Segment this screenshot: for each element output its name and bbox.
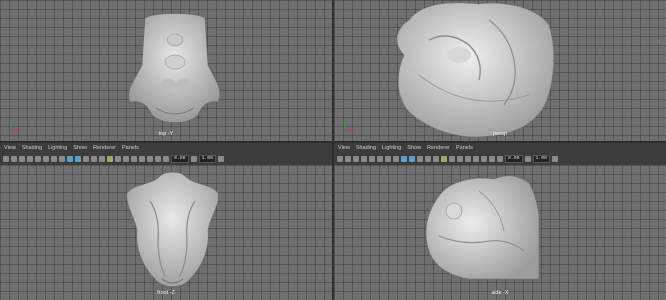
image-plane-icon[interactable] [27, 155, 33, 162]
camera-icon[interactable] [3, 155, 9, 162]
model-persp-view [396, 2, 555, 138]
gamma-icon[interactable] [190, 155, 197, 162]
menu-renderer[interactable]: Renderer [427, 144, 450, 153]
film-gate-icon[interactable] [377, 155, 383, 162]
menu-shading[interactable]: Shading [356, 144, 376, 153]
model-side-view [425, 175, 540, 280]
axis-gizmo-persp [344, 121, 354, 131]
image-plane-icon[interactable] [361, 155, 367, 162]
model-front-view [126, 171, 219, 287]
smooth-shade-icon[interactable] [409, 155, 415, 162]
xray-joints-icon[interactable] [489, 155, 495, 162]
depth-of-field-icon[interactable] [465, 155, 471, 162]
exposure-field[interactable]: 0.00 [505, 154, 523, 163]
anti-alias-icon[interactable] [457, 155, 463, 162]
axis-gizmo-top [10, 121, 20, 131]
viewport-front[interactable]: View Shading Lighting Show Renderer Pane… [0, 143, 332, 300]
ambient-occlusion-icon[interactable] [441, 155, 447, 162]
viewport-top[interactable]: top -Y [0, 0, 332, 141]
grid-icon[interactable] [369, 155, 375, 162]
film-gate-icon[interactable] [43, 155, 49, 162]
xray-icon[interactable] [147, 155, 153, 162]
grid-icon[interactable] [35, 155, 41, 162]
depth-of-field-icon[interactable] [131, 155, 137, 162]
menu-lighting[interactable]: Lighting [382, 144, 401, 153]
menu-panels[interactable]: Panels [456, 144, 473, 153]
menu-show[interactable]: Show [73, 144, 87, 153]
shadows-icon[interactable] [433, 155, 439, 162]
gamma-field[interactable]: 1.00 [198, 154, 217, 163]
viewport-divider-horizontal[interactable] [0, 141, 666, 143]
gate-mask-icon[interactable] [59, 155, 65, 162]
lock-camera-icon[interactable] [345, 155, 351, 162]
menu-renderer[interactable]: Renderer [93, 144, 116, 153]
gamma-icon[interactable] [524, 155, 531, 162]
lights-icon[interactable] [91, 155, 97, 162]
xray-icon[interactable] [481, 155, 487, 162]
menu-show[interactable]: Show [407, 144, 421, 153]
viewport-divider-vertical[interactable] [332, 0, 334, 300]
color-management-icon[interactable] [218, 155, 225, 162]
menu-shading[interactable]: Shading [22, 144, 42, 153]
bookmark-icon[interactable] [19, 155, 25, 162]
panel-toolbar-front: View Shading Lighting Show Renderer Pane… [0, 143, 332, 166]
motion-blur-icon[interactable] [115, 155, 121, 162]
camera-label-persp: persp [493, 131, 507, 137]
camera-label-front: front -Z [157, 290, 175, 296]
viewport-side[interactable]: View Shading Lighting Show Renderer Pane… [334, 143, 666, 300]
menu-view[interactable]: View [338, 144, 350, 153]
isolate-select-icon[interactable] [139, 155, 145, 162]
exposure-icon[interactable] [163, 155, 169, 162]
maya-viewports: top -Y □ persp View Shading Lighting Sho… [0, 0, 666, 300]
gamma-field[interactable]: 1.00 [532, 154, 551, 163]
textured-icon[interactable] [83, 155, 89, 162]
shadows-icon[interactable] [99, 155, 105, 162]
lights-icon[interactable] [425, 155, 431, 162]
wireframe-icon[interactable] [401, 155, 407, 162]
lock-camera-icon[interactable] [11, 155, 17, 162]
resolution-gate-icon[interactable] [51, 155, 57, 162]
menu-panels[interactable]: Panels [122, 144, 139, 153]
anti-alias-icon[interactable] [123, 155, 129, 162]
wireframe-icon[interactable] [67, 155, 73, 162]
camera-label-top: top -Y [158, 131, 174, 137]
camera-label-side: side -X [491, 290, 509, 296]
resolution-gate-icon[interactable] [385, 155, 391, 162]
bookmark-icon[interactable] [353, 155, 359, 162]
menu-lighting[interactable]: Lighting [48, 144, 67, 153]
exposure-icon[interactable] [497, 155, 503, 162]
model-top-view [128, 13, 221, 123]
view-cube-hint[interactable]: □ [657, 40, 660, 45]
ambient-occlusion-icon[interactable] [107, 155, 113, 162]
viewport-persp[interactable]: □ persp [334, 0, 666, 141]
exposure-field[interactable]: 0.00 [171, 154, 189, 163]
color-management-icon[interactable] [552, 155, 559, 162]
textured-icon[interactable] [417, 155, 423, 162]
isolate-select-icon[interactable] [473, 155, 479, 162]
menu-view[interactable]: View [4, 144, 16, 153]
camera-icon[interactable] [337, 155, 343, 162]
motion-blur-icon[interactable] [449, 155, 455, 162]
panel-toolbar-side: View Shading Lighting Show Renderer Pane… [334, 143, 666, 166]
xray-joints-icon[interactable] [155, 155, 161, 162]
smooth-shade-icon[interactable] [75, 155, 81, 162]
gate-mask-icon[interactable] [393, 155, 399, 162]
